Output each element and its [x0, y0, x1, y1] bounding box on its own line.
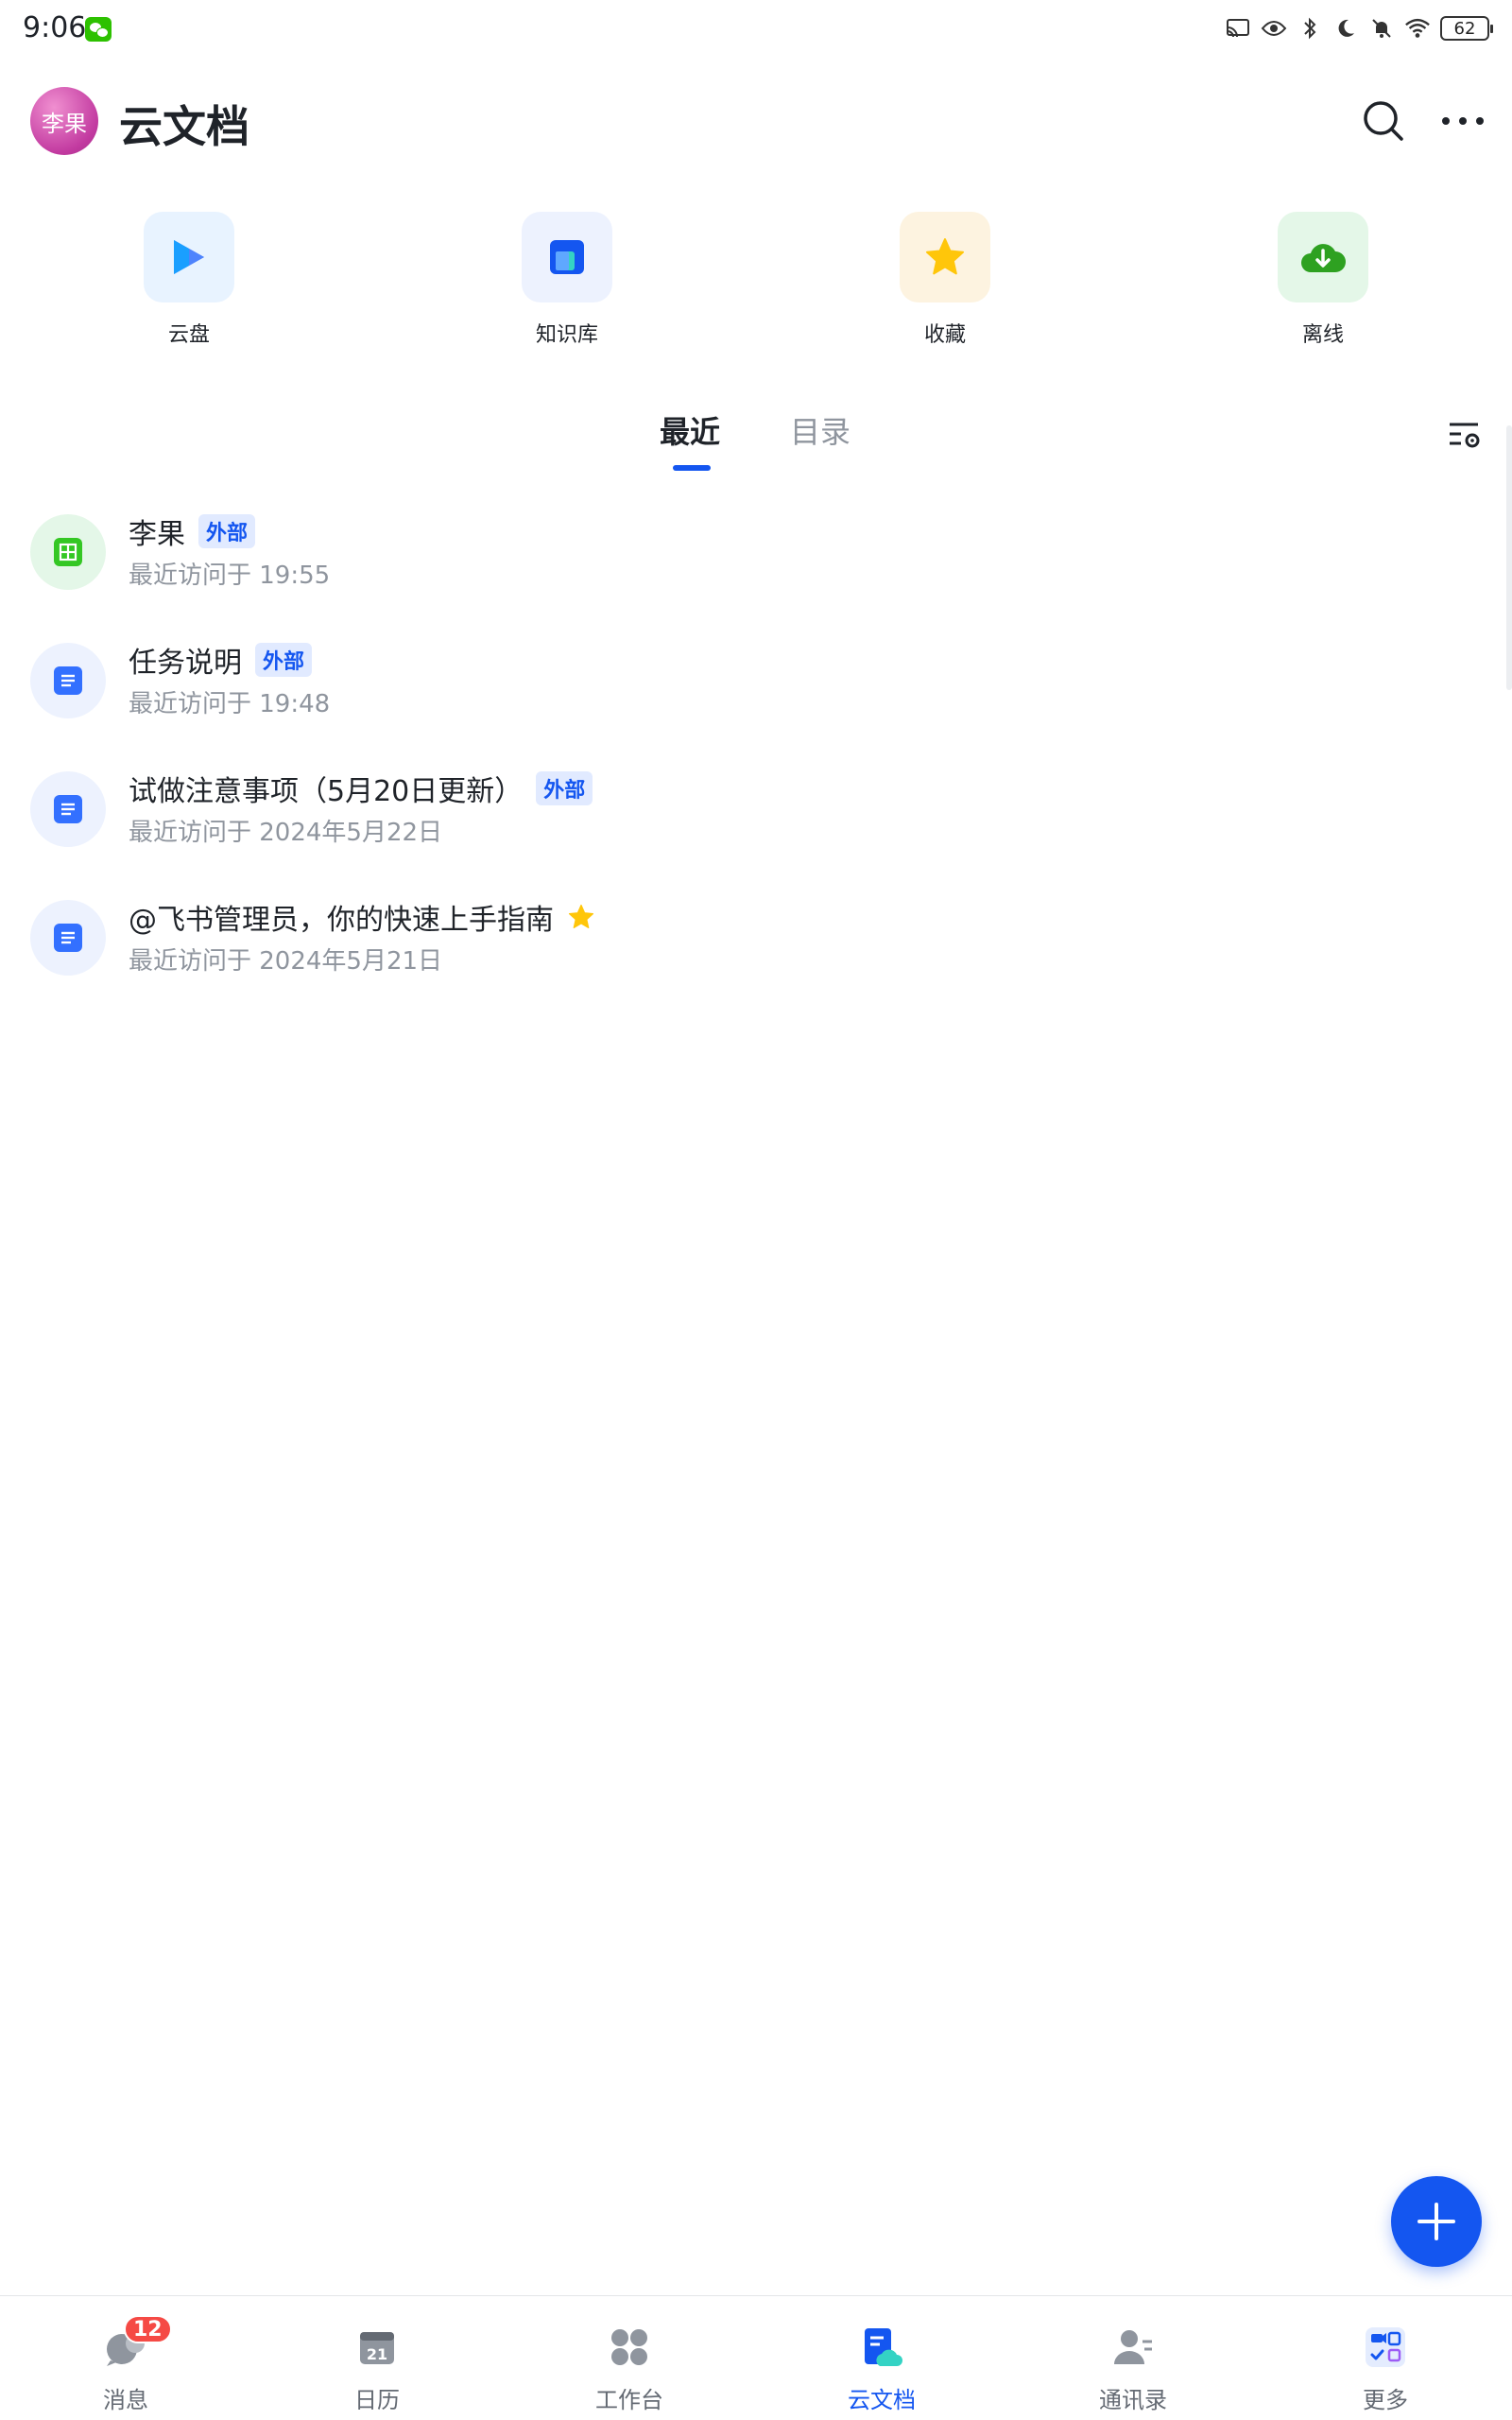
quick-wiki[interactable]: 知识库 — [472, 212, 662, 348]
nav-label: 通讯录 — [1099, 2387, 1167, 2413]
quick-label: 离线 — [1301, 323, 1344, 347]
doc-meta: 最近访问于 19:55 — [129, 562, 331, 590]
doc-icon — [30, 771, 106, 847]
doc-icon — [30, 643, 106, 718]
cloud-docs-icon — [857, 2323, 906, 2372]
wiki-icon — [522, 212, 612, 302]
plus-icon — [1418, 2203, 1455, 2240]
tab-recent[interactable]: 最近 — [660, 408, 720, 452]
quick-access: 云盘 知识库 收藏 离线 — [0, 212, 1512, 354]
star-icon — [900, 212, 990, 302]
doc-meta: 最近访问于 19:48 — [129, 690, 331, 718]
nav-more[interactable]: 更多 — [1310, 2296, 1461, 2420]
quick-cloud-drive[interactable]: 云盘 — [94, 212, 284, 348]
filter-settings-icon — [1450, 423, 1480, 448]
list-item[interactable]: @飞书管理员，你的快速上手指南 最近访问于 2024年5月21日 — [0, 877, 1512, 1006]
doc-title: 李果 — [129, 518, 185, 551]
eye-icon — [1261, 15, 1287, 42]
starred-icon — [568, 904, 594, 928]
search-button[interactable] — [1357, 95, 1410, 147]
nav-cloud-docs[interactable]: 云文档 — [806, 2296, 957, 2420]
external-badge: 外部 — [536, 771, 593, 805]
external-badge: 外部 — [198, 514, 256, 548]
external-badge: 外部 — [255, 643, 313, 677]
scrollbar[interactable] — [1506, 425, 1512, 690]
battery-icon: 62 — [1440, 16, 1493, 41]
quick-label: 收藏 — [923, 323, 966, 347]
doc-title: 任务说明 — [129, 647, 242, 680]
cloud-drive-icon — [144, 212, 234, 302]
search-icon — [1364, 101, 1403, 141]
nav-calendar[interactable]: 21 日历 — [301, 2296, 453, 2420]
nav-contacts[interactable]: 通讯录 — [1057, 2296, 1209, 2420]
quick-label: 云盘 — [167, 323, 210, 347]
calendar-day: 21 — [367, 2345, 387, 2363]
calendar-icon: 21 — [352, 2323, 402, 2372]
workplace-icon — [605, 2323, 654, 2372]
more-icon — [1442, 117, 1484, 125]
filter-button[interactable] — [1440, 410, 1489, 459]
bluetooth-icon — [1297, 15, 1323, 42]
list-item[interactable]: 任务说明 外部 最近访问于 19:48 — [0, 620, 1512, 749]
nav-label: 日历 — [354, 2387, 400, 2413]
page-title: 云文档 — [119, 101, 249, 152]
sheet-icon — [30, 514, 106, 590]
cast-icon — [1225, 15, 1251, 42]
more-button[interactable] — [1433, 95, 1493, 147]
nav-messages[interactable]: 12 消息 — [50, 2296, 201, 2420]
message-icon: 12 — [101, 2315, 172, 2372]
avatar[interactable]: 李果 — [30, 87, 98, 155]
header: 李果 云文档 — [0, 83, 1512, 163]
nav-label: 云文档 — [848, 2387, 916, 2413]
doc-title: 试做注意事项（5月20日更新） — [129, 775, 524, 808]
nav-label: 消息 — [103, 2387, 148, 2413]
doc-icon — [30, 900, 106, 976]
status-bar: 9:06 62 — [0, 0, 1512, 60]
offline-download-icon — [1278, 212, 1368, 302]
doc-meta: 最近访问于 2024年5月22日 — [129, 819, 443, 847]
bell-off-icon — [1368, 15, 1395, 42]
quick-offline[interactable]: 离线 — [1228, 212, 1418, 348]
tab-active-indicator — [673, 465, 711, 471]
create-button[interactable] — [1391, 2176, 1482, 2267]
contacts-icon — [1108, 2323, 1158, 2372]
nav-workplace[interactable]: 工作台 — [554, 2296, 705, 2420]
nav-label: 工作台 — [595, 2387, 663, 2413]
tab-bar: 最近 目录 — [0, 397, 1512, 482]
nav-label: 更多 — [1363, 2387, 1408, 2413]
unread-badge: 12 — [124, 2315, 172, 2343]
list-item[interactable]: 李果 外部 最近访问于 19:55 — [0, 492, 1512, 620]
moon-icon — [1332, 15, 1359, 42]
doc-meta: 最近访问于 2024年5月21日 — [129, 947, 443, 976]
wechat-icon — [85, 17, 112, 42]
bottom-nav: 12 消息 21 日历 工作台 云文档 通讯录 更多 — [0, 2295, 1512, 2420]
list-item[interactable]: 试做注意事项（5月20日更新） 外部 最近访问于 2024年5月22日 — [0, 749, 1512, 877]
wifi-icon — [1404, 15, 1431, 42]
document-list: 李果 外部 最近访问于 19:55 任务说明 外部 最近访问于 19:48 试做… — [0, 492, 1512, 1006]
status-time: 9:06 — [23, 11, 87, 44]
quick-favorites[interactable]: 收藏 — [850, 212, 1040, 348]
more-apps-icon — [1361, 2323, 1410, 2372]
doc-title: @飞书管理员，你的快速上手指南 — [129, 904, 554, 937]
tab-directory[interactable]: 目录 — [790, 408, 850, 452]
status-icons: 62 — [1225, 15, 1493, 42]
quick-label: 知识库 — [535, 323, 598, 347]
